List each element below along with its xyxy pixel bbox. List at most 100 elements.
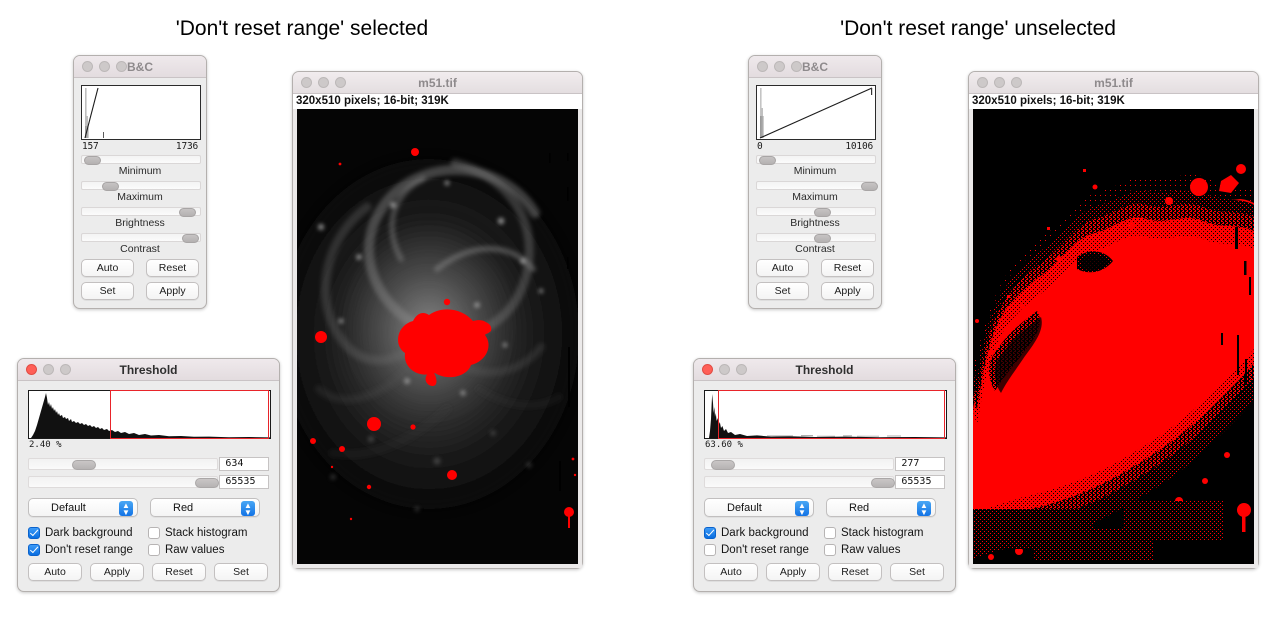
chevron-updown-icon[interactable]: ▲ ▼ (119, 501, 133, 516)
bc-left-apply-button[interactable]: Apply (146, 282, 199, 300)
zoom-button-icon[interactable] (60, 364, 71, 375)
minimize-button-icon[interactable] (774, 61, 785, 72)
image-right-titlebar[interactable]: m51.tif (969, 72, 1258, 94)
bc-left-brightness-slider[interactable] (81, 207, 201, 217)
checkbox-icon[interactable] (824, 527, 836, 539)
slider-knob[interactable] (860, 182, 878, 191)
checkbox-icon[interactable] (148, 544, 160, 556)
slider-knob[interactable] (102, 182, 120, 191)
threshold-right-upper-slider[interactable] (704, 476, 895, 488)
minimize-button-icon[interactable] (318, 77, 329, 88)
bc-right-minimum-slider[interactable] (756, 155, 876, 165)
threshold-left-reset-button[interactable]: Reset (152, 563, 206, 581)
threshold-left-method-select[interactable]: Default ▲ ▼ (28, 498, 138, 517)
bc-right-titlebar[interactable]: B&C (749, 56, 881, 78)
bc-right-auto-button[interactable]: Auto (756, 259, 809, 277)
threshold-right-lut-select[interactable]: Red ▲ ▼ (826, 498, 936, 517)
slider-knob[interactable] (84, 156, 102, 165)
slider-knob[interactable] (72, 460, 97, 470)
threshold-right-apply-button[interactable]: Apply (766, 563, 820, 581)
threshold-right-titlebar[interactable]: Threshold (694, 359, 955, 381)
bc-left-reset-button[interactable]: Reset (146, 259, 199, 277)
threshold-window-left[interactable]: Threshold 2.40 % 634 65535 Default ▲ ▼ R… (17, 358, 280, 592)
minimize-button-icon[interactable] (99, 61, 110, 72)
bc-left-contrast-slider[interactable] (81, 233, 201, 243)
slider-knob[interactable] (710, 460, 735, 470)
checkbox-dont-reset-range-right[interactable]: Don't reset range (704, 544, 824, 556)
checkbox-stack-histogram-left[interactable]: Stack histogram (148, 527, 247, 539)
threshold-right-method-select[interactable]: Default ▲ ▼ (704, 498, 814, 517)
close-button-icon[interactable] (702, 364, 713, 375)
zoom-button-icon[interactable] (1011, 77, 1022, 88)
close-button-icon[interactable] (26, 364, 37, 375)
bc-window-right[interactable]: B&C 0 10106 Minimum Maximum Brightness C… (748, 55, 882, 309)
image-window-left[interactable]: m51.tif 320x510 pixels; 16-bit; 319K (292, 71, 583, 569)
minimize-button-icon[interactable] (994, 77, 1005, 88)
threshold-right-reset-button[interactable]: Reset (828, 563, 882, 581)
image-right-canvas[interactable] (973, 109, 1254, 564)
bc-right-contrast-slider[interactable] (756, 233, 876, 243)
minimize-button-icon[interactable] (43, 364, 54, 375)
checkbox-dark-background-right[interactable]: Dark background (704, 527, 824, 539)
threshold-right-lower-value[interactable]: 277 (895, 457, 945, 471)
zoom-button-icon[interactable] (736, 364, 747, 375)
threshold-left-lower-value[interactable]: 634 (219, 457, 269, 471)
slider-knob[interactable] (813, 208, 831, 217)
threshold-left-lut-select[interactable]: Red ▲ ▼ (150, 498, 260, 517)
checkbox-raw-values-right[interactable]: Raw values (824, 544, 900, 556)
bc-left-auto-button[interactable]: Auto (81, 259, 134, 277)
bc-window-left[interactable]: B&C 157 1736 Minimum Maximum Brightness … (73, 55, 207, 309)
close-button-icon[interactable] (82, 61, 93, 72)
checkbox-dont-reset-range-left[interactable]: Don't reset range (28, 544, 148, 556)
chevron-updown-icon[interactable]: ▲ ▼ (241, 501, 255, 516)
minimize-button-icon[interactable] (719, 364, 730, 375)
chevron-updown-icon[interactable]: ▲ ▼ (917, 501, 931, 516)
threshold-left-titlebar[interactable]: Threshold (18, 359, 279, 381)
slider-knob[interactable] (813, 234, 831, 243)
slider-knob[interactable] (178, 208, 196, 217)
threshold-left-histogram[interactable] (28, 390, 271, 439)
checkbox-icon[interactable] (704, 544, 716, 556)
bc-left-maximum-slider[interactable] (81, 181, 201, 191)
bc-right-set-button[interactable]: Set (756, 282, 809, 300)
checkbox-icon[interactable] (28, 544, 40, 556)
slider-knob[interactable] (194, 478, 219, 488)
checkbox-icon[interactable] (704, 527, 716, 539)
bc-left-titlebar[interactable]: B&C (74, 56, 206, 78)
close-button-icon[interactable] (301, 77, 312, 88)
threshold-left-lower-slider[interactable] (28, 458, 219, 470)
checkbox-icon[interactable] (148, 527, 160, 539)
image-window-right[interactable]: m51.tif 320x510 pixels; 16-bit; 319K (968, 71, 1259, 569)
bc-right-maximum-slider[interactable] (756, 181, 878, 191)
threshold-left-apply-button[interactable]: Apply (90, 563, 144, 581)
checkbox-icon[interactable] (28, 527, 40, 539)
slider-knob[interactable] (870, 478, 895, 488)
image-left-canvas[interactable] (297, 109, 578, 564)
bc-left-set-button[interactable]: Set (81, 282, 134, 300)
bc-right-apply-button[interactable]: Apply (821, 282, 874, 300)
threshold-right-histogram[interactable] (704, 390, 947, 439)
threshold-right-set-button[interactable]: Set (890, 563, 944, 581)
checkbox-dark-background-left[interactable]: Dark background (28, 527, 148, 539)
threshold-right-auto-button[interactable]: Auto (704, 563, 758, 581)
slider-knob[interactable] (182, 234, 200, 243)
bc-right-brightness-slider[interactable] (756, 207, 876, 217)
bc-right-reset-button[interactable]: Reset (821, 259, 874, 277)
close-button-icon[interactable] (757, 61, 768, 72)
zoom-button-icon[interactable] (335, 77, 346, 88)
close-button-icon[interactable] (977, 77, 988, 88)
threshold-left-auto-button[interactable]: Auto (28, 563, 82, 581)
checkbox-stack-histogram-right[interactable]: Stack histogram (824, 527, 923, 539)
slider-knob[interactable] (759, 156, 777, 165)
threshold-right-lower-slider[interactable] (704, 458, 895, 470)
bc-left-minimum-slider[interactable] (81, 155, 201, 165)
checkbox-icon[interactable] (824, 544, 836, 556)
threshold-right-upper-value[interactable]: 65535 (895, 475, 945, 489)
threshold-left-upper-slider[interactable] (28, 476, 219, 488)
zoom-button-icon[interactable] (116, 61, 127, 72)
zoom-button-icon[interactable] (791, 61, 802, 72)
image-left-titlebar[interactable]: m51.tif (293, 72, 582, 94)
threshold-window-right[interactable]: Threshold 63.60 % 277 65535 Default ▲ ▼ … (693, 358, 956, 592)
chevron-updown-icon[interactable]: ▲ ▼ (795, 501, 809, 516)
checkbox-raw-values-left[interactable]: Raw values (148, 544, 224, 556)
